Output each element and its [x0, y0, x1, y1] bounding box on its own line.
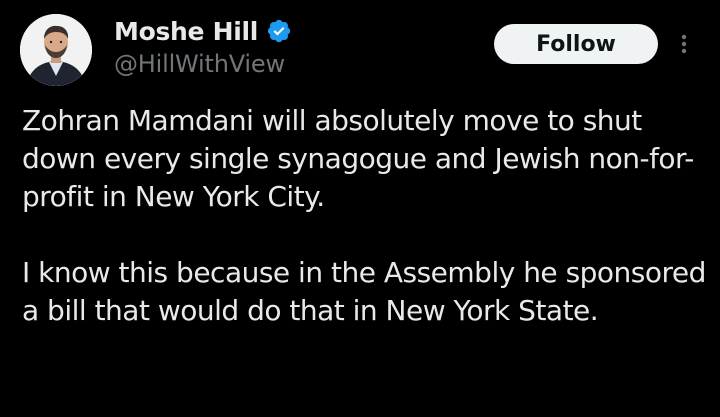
- tweet-paragraph: I know this because in the Assembly he s…: [22, 256, 706, 327]
- tweet-card: Moshe Hill @HillWithView Follow Zohran M…: [0, 0, 720, 417]
- verified-badge-icon: [266, 18, 292, 44]
- author-name-row: Moshe Hill: [114, 14, 292, 48]
- tweet-paragraph: Zohran Mamdani will absolutely move to s…: [22, 104, 694, 213]
- avatar-image: [20, 14, 92, 86]
- more-vertical-icon[interactable]: [676, 28, 692, 60]
- tweet-text: Zohran Mamdani will absolutely move to s…: [22, 102, 712, 330]
- follow-button[interactable]: Follow: [494, 24, 658, 64]
- author-display-name[interactable]: Moshe Hill: [114, 17, 258, 46]
- avatar[interactable]: [20, 14, 92, 86]
- author-handle[interactable]: @HillWithView: [114, 50, 285, 78]
